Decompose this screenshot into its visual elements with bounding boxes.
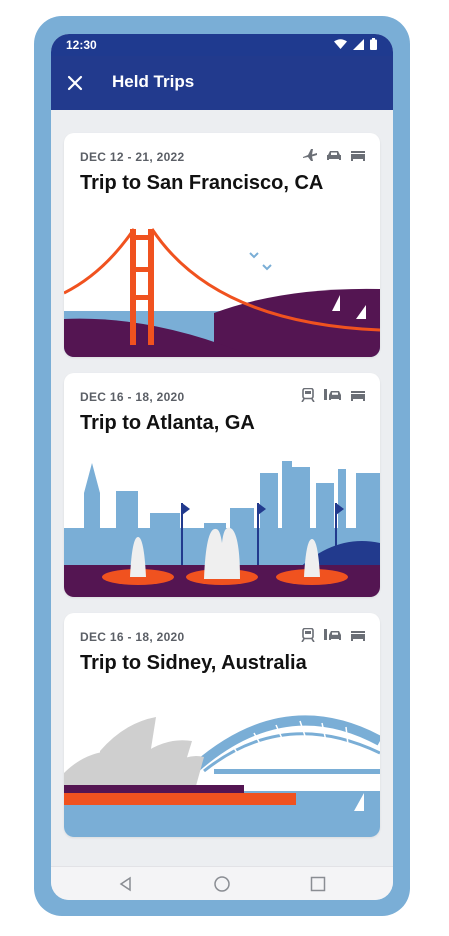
trip-services [302, 148, 366, 162]
phone-screen: 12:30 Held Trips DEC 12 - 21, 2022 Trip … [51, 34, 393, 900]
battery-icon [370, 38, 377, 50]
train-icon [301, 388, 315, 402]
android-nav-bar [51, 866, 393, 900]
trip-services [300, 628, 366, 642]
status-time: 12:30 [66, 38, 97, 52]
trip-date: DEC 16 - 18, 2020 [80, 630, 185, 644]
trip-date: DEC 16 - 18, 2020 [80, 390, 185, 404]
app-bar: Held Trips [51, 56, 393, 110]
trip-card-san-francisco[interactable]: DEC 12 - 21, 2022 Trip to San Francisco,… [64, 133, 380, 357]
back-icon[interactable] [117, 875, 135, 893]
hotel-icon [351, 391, 365, 401]
flight-icon [303, 149, 317, 161]
system-icons [334, 38, 377, 50]
trip-title: Trip to Sidney, Australia [80, 652, 307, 674]
trip-card-sidney[interactable]: DEC 16 - 18, 2020 Trip to Sidney, Austra… [64, 613, 380, 837]
signal-icon [353, 38, 364, 50]
car-icon [327, 151, 341, 160]
trip-title: Trip to San Francisco, CA [80, 172, 324, 194]
wifi-icon [334, 38, 347, 49]
car-rental-icon [324, 389, 341, 400]
car-rental-icon [324, 629, 341, 640]
golden-gate-illustration [64, 213, 380, 357]
recents-icon[interactable] [309, 875, 327, 893]
trip-title: Trip to Atlanta, GA [80, 412, 255, 434]
trip-card-atlanta[interactable]: DEC 16 - 18, 2020 Trip to Atlanta, GA [64, 373, 380, 597]
trip-date: DEC 12 - 21, 2022 [80, 150, 185, 164]
close-icon[interactable] [63, 71, 87, 95]
trip-services [300, 388, 366, 402]
hotel-icon [351, 631, 365, 641]
page-title: Held Trips [112, 72, 195, 91]
atlanta-skyline-illustration [64, 453, 380, 597]
home-icon[interactable] [213, 875, 231, 893]
hotel-icon [351, 151, 365, 161]
sydney-opera-house-illustration [64, 693, 380, 837]
train-icon [301, 628, 315, 642]
status-bar: 12:30 [51, 34, 393, 56]
